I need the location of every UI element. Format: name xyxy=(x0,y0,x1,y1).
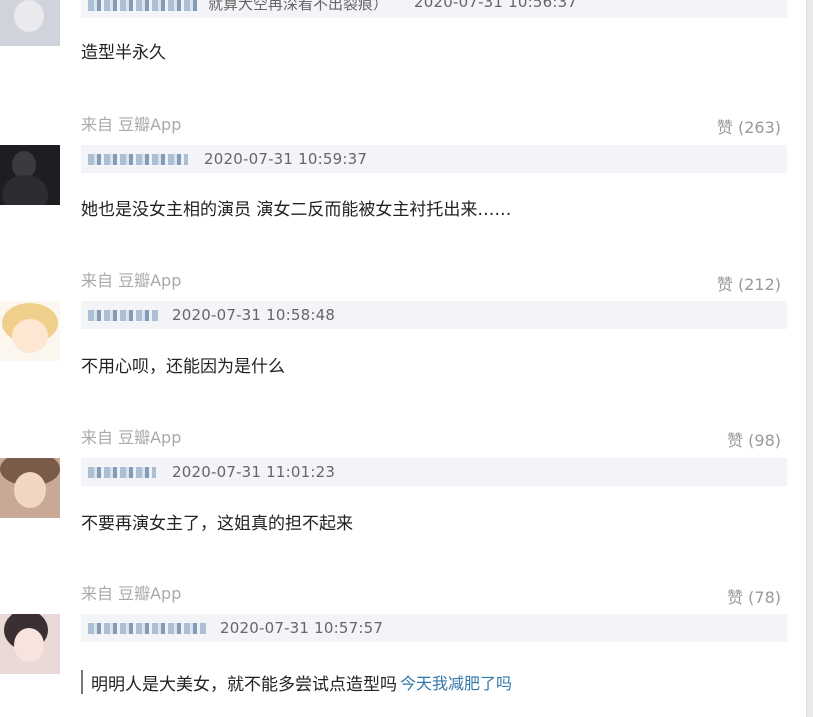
source-label: 来自 豆瓣App xyxy=(81,584,182,603)
comment-text: 造型半永久 xyxy=(81,43,166,63)
avatar[interactable] xyxy=(0,145,60,205)
comment-header: 2020-07-31 10:57:57 xyxy=(81,614,787,642)
comment-partial-text: 就算大空再深看不出裂痕） xyxy=(208,0,389,13)
timestamp: 2020-07-31 11:01:23 xyxy=(172,463,336,481)
source-label: 来自 豆瓣App xyxy=(81,428,182,447)
username-blurred[interactable] xyxy=(88,0,198,11)
comment-text: 她也是没女主相的演员 演女二反而能被女主衬托出来…… xyxy=(81,200,512,220)
avatar[interactable] xyxy=(0,614,60,674)
username-blurred[interactable] xyxy=(88,154,188,165)
like-button[interactable]: 赞 (78) xyxy=(727,584,781,608)
avatar[interactable] xyxy=(0,0,60,46)
avatar[interactable] xyxy=(0,301,60,361)
like-button[interactable]: 赞 (98) xyxy=(727,427,781,451)
timestamp: 2020-07-31 10:56:37 xyxy=(414,0,578,11)
avatar-face xyxy=(14,472,46,508)
comment-header: 2020-07-31 10:59:37 xyxy=(81,145,787,173)
comment-text: 不要再演女主了，这姐真的担不起来 xyxy=(81,514,353,534)
username-blurred[interactable] xyxy=(88,467,156,478)
comment-header: 2020-07-31 11:01:23 xyxy=(81,458,787,486)
reply-user-link[interactable]: 今天我减肥了吗 xyxy=(400,670,512,694)
avatar-body xyxy=(2,175,48,205)
timestamp: 2020-07-31 10:58:48 xyxy=(172,306,336,324)
timestamp: 2020-07-31 10:57:57 xyxy=(220,619,384,637)
scrollbar[interactable] xyxy=(806,0,813,717)
comment-header: 2020-07-31 10:58:48 xyxy=(81,301,787,329)
like-button[interactable]: 赞 (263) xyxy=(717,114,781,138)
avatar[interactable] xyxy=(0,458,60,518)
timestamp: 2020-07-31 10:59:37 xyxy=(204,150,368,168)
source-label: 来自 豆瓣App xyxy=(81,271,182,290)
avatar-face xyxy=(14,0,44,32)
avatar-face xyxy=(14,628,44,662)
like-button[interactable]: 赞 (212) xyxy=(717,271,781,295)
username-blurred[interactable] xyxy=(88,623,206,634)
avatar-face xyxy=(12,319,48,353)
comment-text: 不用心呗，还能因为是什么 xyxy=(81,357,285,377)
comment-text: 明明人是大美女，就不能多尝试点造型吗 xyxy=(91,675,397,695)
username-blurred[interactable] xyxy=(88,310,158,321)
source-label: 来自 豆瓣App xyxy=(81,115,182,134)
quote-bar xyxy=(81,670,83,694)
